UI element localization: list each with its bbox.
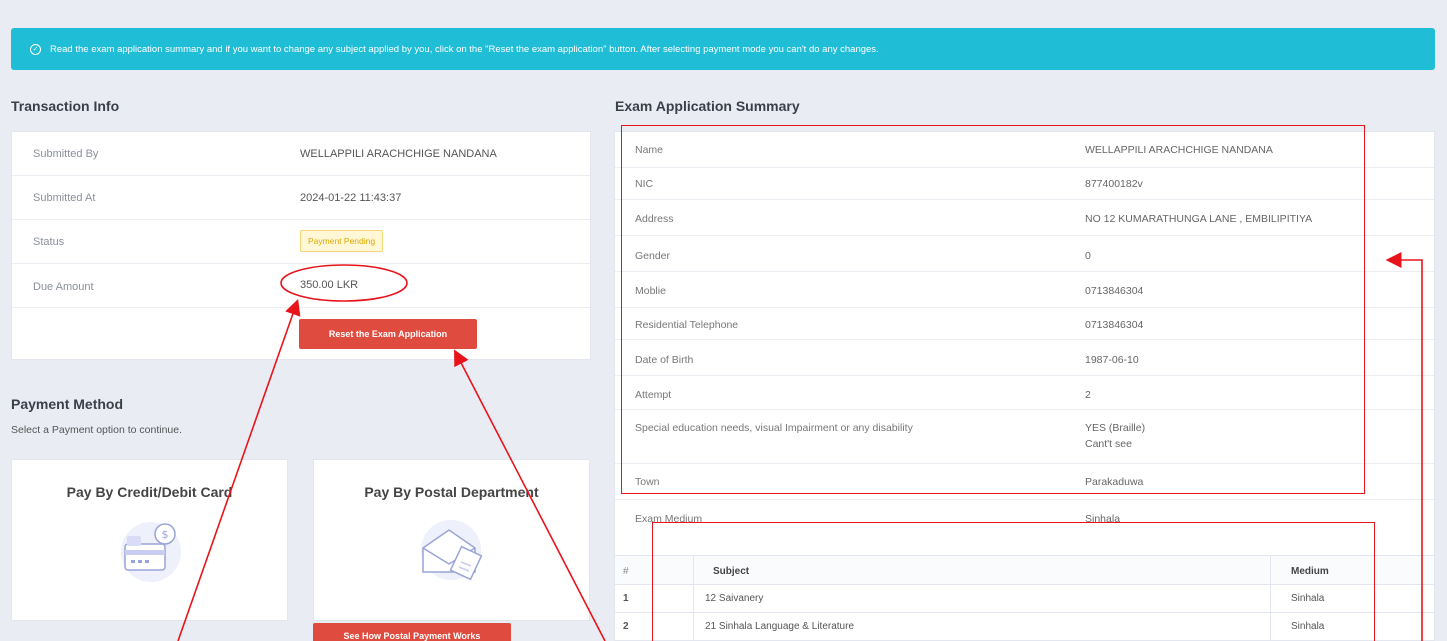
pay-by-card-label: Pay By Credit/Debit Card: [66, 484, 233, 500]
transaction-info-card: Submitted By WELLAPPILI ARACHCHIGE NANDA…: [11, 131, 591, 360]
reset-exam-application-button[interactable]: Reset the Exam Application: [299, 319, 477, 349]
row-due-amount: Due Amount 350.00 LKR: [12, 264, 590, 308]
summary-row: Moblie 0713846304: [615, 272, 1434, 308]
pay-by-postal-label: Pay By Postal Department: [364, 484, 539, 500]
payment-method-subtitle: Select a Payment option to continue.: [11, 424, 183, 436]
summary-row: Attempt 2: [615, 376, 1434, 410]
table-row: 1 12 Saivanery Sinhala: [615, 585, 1434, 613]
exam-summary-card: Name WELLAPPILI ARACHCHIGE NANDANA NIC 8…: [614, 131, 1435, 641]
summary-row: Town Parakaduwa: [615, 464, 1434, 500]
summary-row: Date of Birth 1987-06-10: [615, 340, 1434, 376]
summary-row: Name WELLAPPILI ARACHCHIGE NANDANA: [615, 132, 1434, 168]
see-postal-payment-button[interactable]: See How Postal Payment Works: [313, 623, 511, 641]
status-badge: Payment Pending: [300, 230, 384, 252]
summary-row: NIC 877400182v: [615, 168, 1434, 200]
transaction-info-title: Transaction Info: [11, 98, 120, 114]
row-submitted-by: Submitted By WELLAPPILI ARACHCHIGE NANDA…: [12, 132, 590, 176]
due-amount-label: Due Amount: [33, 281, 94, 293]
summary-row: Gender 0: [615, 236, 1434, 272]
row-submitted-at: Submitted At 2024-01-22 11:43:37: [12, 176, 590, 220]
column-divider: [693, 555, 694, 641]
summary-row: Address NO 12 KUMARATHUNGA LANE , EMBILI…: [615, 200, 1434, 236]
alert-message: Read the exam application summary and if…: [50, 43, 879, 55]
submitted-by-value: WELLAPPILI ARACHCHIGE NANDANA: [300, 148, 497, 160]
payment-method-title: Payment Method: [11, 396, 124, 412]
status-label: Status: [33, 236, 65, 248]
table-row: 2 21 Sinhala Language & Literature Sinha…: [615, 613, 1434, 641]
submitted-at-label: Submitted At: [33, 192, 96, 204]
summary-row: Special education needs, visual Impairme…: [615, 410, 1434, 464]
due-amount-value: 350.00 LKR: [300, 279, 359, 291]
column-divider: [1270, 555, 1271, 641]
submitted-at-value: 2024-01-22 11:43:37: [300, 192, 402, 204]
exam-summary-title: Exam Application Summary: [615, 98, 800, 114]
subjects-table-header: # Subject Medium: [615, 555, 1434, 585]
pay-by-postal-option[interactable]: Pay By Postal Department: [313, 459, 590, 621]
pay-by-card-option[interactable]: Pay By Credit/Debit Card $: [11, 459, 288, 621]
submitted-by-label: Submitted By: [33, 148, 99, 160]
summary-row: Exam Medium Sinhala: [635, 513, 1121, 525]
envelope-icon: [421, 520, 483, 581]
info-alert: ✓ Read the exam application summary and …: [11, 28, 1435, 70]
check-circle-icon: ✓: [30, 43, 41, 55]
row-status: Status Payment Pending: [12, 220, 590, 264]
credit-card-icon: $: [121, 522, 181, 582]
summary-row: Residential Telephone 0713846304: [615, 308, 1434, 340]
svg-text:$: $: [162, 528, 169, 541]
